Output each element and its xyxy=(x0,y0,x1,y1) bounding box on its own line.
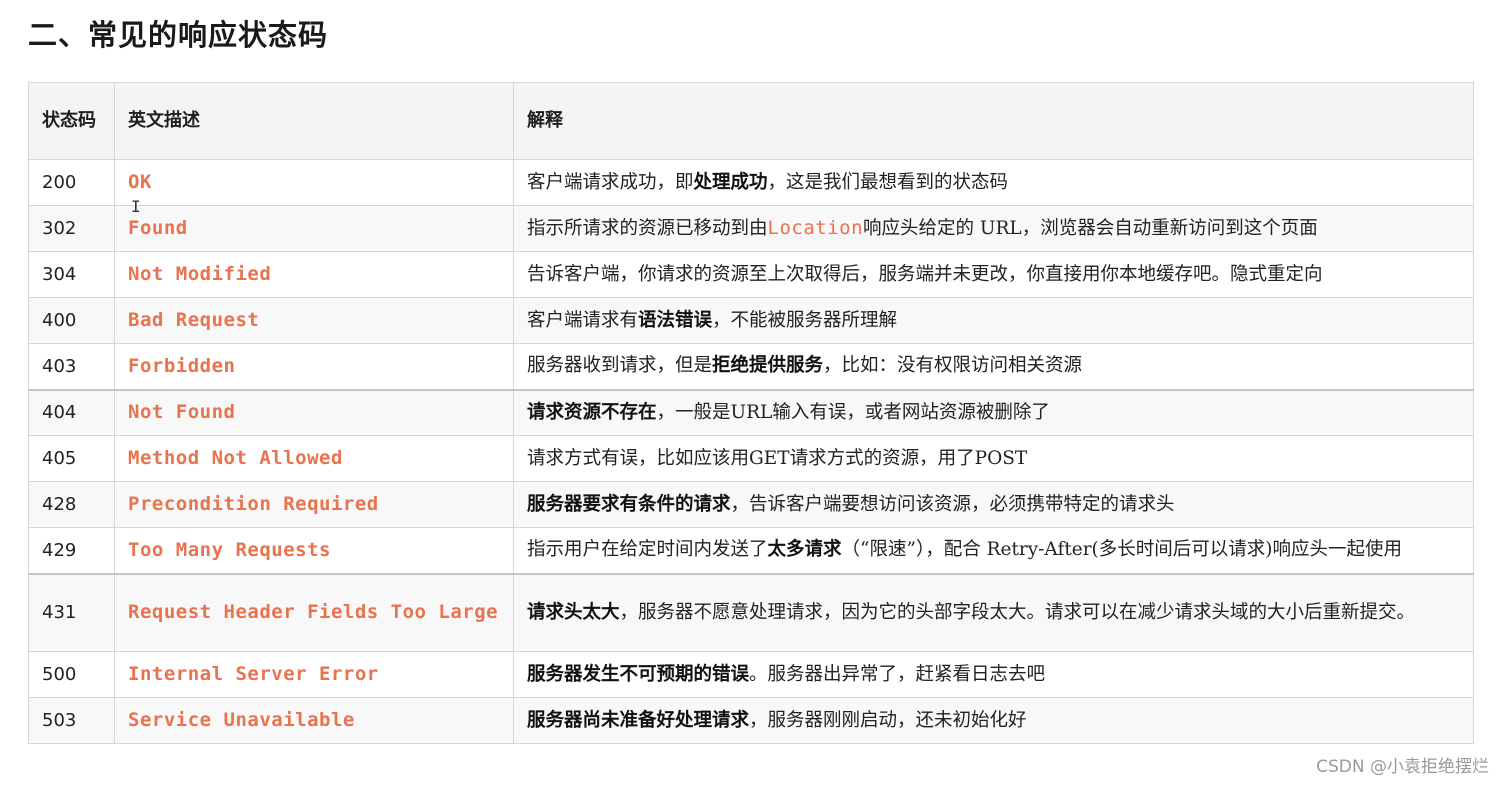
status-code-cell: 404 xyxy=(28,388,115,436)
explanation-cell: 服务器发生不可预期的错误。服务器出异常了，赶紧看日志去吧 xyxy=(513,651,1474,698)
table-row: 404 Not Found 请求资源不存在，一般是URL输入有误，或者网站资源被… xyxy=(28,388,1474,436)
english-description-cell: Method Not Allowed xyxy=(114,435,514,482)
english-description-cell: Internal Server Error xyxy=(114,651,514,698)
explanation-text: （“限速”），配合 Retry-After(多长时间后可以请求)响应头一起使用 xyxy=(841,539,1402,561)
explanation-emphasis: 请求头太大 xyxy=(527,601,620,623)
explanation-cell: 服务器尚未准备好处理请求，服务器刚刚启动，还未初始化好 xyxy=(513,697,1474,744)
explanation-text: 响应头给定的 URL，浏览器会自动重新访问到这个页面 xyxy=(863,218,1318,239)
explanation-cell: 告诉客户端，你请求的资源至上次取得后，服务端并未更改，你直接用你本地缓存吧。隐式… xyxy=(513,251,1474,298)
header-explanation: 解释 xyxy=(513,82,1474,160)
explanation-cell: 请求头太大，服务器不愿意处理请求，因为它的头部字段太大。请求可以在减少请求头域的… xyxy=(513,572,1474,652)
status-code-cell: 200 xyxy=(28,159,115,206)
page-title: 二、常见的响应状态码 xyxy=(28,18,329,52)
explanation-text: ，比如：没有权限访问相关资源 xyxy=(823,355,1083,377)
watermark: CSDN @小袁拒绝摆烂 xyxy=(1316,757,1489,777)
explanation-text: ，告诉客户端要想访问该资源，必须携带特定的请求头 xyxy=(730,493,1175,515)
status-code-cell: 503 xyxy=(28,697,115,744)
status-code-cell: 429 xyxy=(28,527,115,574)
status-code-cell: 400 xyxy=(28,297,115,344)
explanation-text: 。服务器出异常了，赶紧看日志去吧 xyxy=(749,663,1046,685)
explanation-cell: 指示所请求的资源已移动到由Location响应头给定的 URL，浏览器会自动重新… xyxy=(513,205,1474,252)
english-description-cell: Found xyxy=(114,205,514,252)
text-cursor-icon: I xyxy=(131,197,141,216)
explanation-emphasis: 服务器尚未准备好处理请求 xyxy=(527,709,750,731)
table-row: 428 Precondition Required 服务器要求有条件的请求，告诉… xyxy=(28,481,1474,528)
explanation-text: 客户端请求成功，即 xyxy=(527,171,694,193)
english-description-cell: Too Many Requests xyxy=(114,527,514,574)
explanation-text: 告诉客户端，你请求的资源至上次取得后，服务端并未更改，你直接用你本地缓存吧。隐式… xyxy=(527,263,1323,285)
table-row: 200 OK 客户端请求成功，即处理成功，这是我们最想看到的状态码 xyxy=(28,159,1474,206)
explanation-text: ，不能被服务器所理解 xyxy=(712,309,898,331)
explanation-code: Location xyxy=(767,217,864,239)
explanation-cell: 指示用户在给定时间内发送了太多请求（“限速”），配合 Retry-After(多… xyxy=(513,527,1474,574)
english-description-cell: Not Modified xyxy=(114,251,514,298)
explanation-emphasis: 拒绝提供服务 xyxy=(712,355,824,377)
table-row: 431 Request Header Fields Too Large 请求头太… xyxy=(28,572,1474,652)
table-row: 503 Service Unavailable 服务器尚未准备好处理请求，服务器… xyxy=(28,697,1474,744)
explanation-text: ，这是我们最想看到的状态码 xyxy=(767,171,1009,193)
explanation-emphasis: 处理成功 xyxy=(693,171,768,193)
table-row: 405 Method Not Allowed 请求方式有误，比如应该用GET请求… xyxy=(28,435,1474,482)
status-code-cell: 302 xyxy=(28,205,115,252)
english-description-cell: Bad Request xyxy=(114,297,514,344)
english-description-cell: Precondition Required xyxy=(114,481,514,528)
explanation-text: ，服务器不愿意处理请求，因为它的头部字段太大。请求可以在减少请求头域的大小后重新… xyxy=(619,601,1416,623)
explanation-text: 指示用户在给定时间内发送了 xyxy=(527,539,768,561)
table-row: 400 Bad Request 客户端请求有语法错误，不能被服务器所理解 xyxy=(28,297,1474,344)
header-english-description: 英文描述 xyxy=(114,82,514,160)
explanation-text: ，服务器刚刚启动，还未初始化好 xyxy=(749,709,1027,731)
explanation-emphasis: 服务器发生不可预期的错误 xyxy=(527,663,750,685)
status-code-cell: 403 xyxy=(28,343,115,390)
explanation-cell: 客户端请求成功，即处理成功，这是我们最想看到的状态码 xyxy=(513,159,1474,206)
explanation-text: 指示所请求的资源已移动到由 xyxy=(527,218,768,239)
table-header-row: 状态码 英文描述 解释 xyxy=(28,82,1474,160)
explanation-emphasis: 语法错误 xyxy=(638,309,713,331)
explanation-cell: 服务器要求有条件的请求，告诉客户端要想访问该资源，必须携带特定的请求头 xyxy=(513,481,1474,528)
header-status-code: 状态码 xyxy=(28,82,115,160)
explanation-emphasis: 服务器要求有条件的请求 xyxy=(527,493,731,515)
english-description-cell: Not Found xyxy=(114,388,514,436)
explanation-cell: 客户端请求有语法错误，不能被服务器所理解 xyxy=(513,297,1474,344)
explanation-cell: 服务器收到请求，但是拒绝提供服务，比如：没有权限访问相关资源 xyxy=(513,343,1474,390)
table-row: 429 Too Many Requests 指示用户在给定时间内发送了太多请求（… xyxy=(28,527,1474,574)
status-code-table: 状态码 英文描述 解释 200 OK 客户端请求成功，即处理成功，这是我们最想看… xyxy=(28,82,1474,744)
explanation-cell: 请求方式有误，比如应该用GET请求方式的资源，用了POST xyxy=(513,435,1474,482)
status-code-cell: 500 xyxy=(28,651,115,698)
explanation-text: 客户端请求有 xyxy=(527,309,639,331)
english-description-cell: OK xyxy=(114,159,514,206)
english-description-cell: Request Header Fields Too Large xyxy=(114,572,514,652)
english-description-cell: Service Unavailable xyxy=(114,697,514,744)
table-row: 304 Not Modified 告诉客户端，你请求的资源至上次取得后，服务端并… xyxy=(28,251,1474,298)
english-description-cell: Forbidden xyxy=(114,343,514,390)
explanation-text: ，一般是URL输入有误，或者网站资源被删除了 xyxy=(656,401,1050,423)
explanation-emphasis: 请求资源不存在 xyxy=(527,401,657,423)
status-code-cell: 428 xyxy=(28,481,115,528)
status-code-cell: 405 xyxy=(28,435,115,482)
status-code-cell: 431 xyxy=(28,572,115,652)
status-code-cell: 304 xyxy=(28,251,115,298)
table-row: 302 Found 指示所请求的资源已移动到由Location响应头给定的 UR… xyxy=(28,205,1474,252)
explanation-emphasis: 太多请求 xyxy=(767,539,842,561)
explanation-cell: 请求资源不存在，一般是URL输入有误，或者网站资源被删除了 xyxy=(513,388,1474,436)
explanation-text: 服务器收到请求，但是 xyxy=(527,355,713,377)
table-body: 200 OK 客户端请求成功，即处理成功，这是我们最想看到的状态码 302 Fo… xyxy=(28,159,1474,744)
table-row: 403 Forbidden 服务器收到请求，但是拒绝提供服务，比如：没有权限访问… xyxy=(28,343,1474,390)
table-row: 500 Internal Server Error 服务器发生不可预期的错误。服… xyxy=(28,651,1474,698)
explanation-text: 请求方式有误，比如应该用GET请求方式的资源，用了POST xyxy=(527,447,1028,469)
